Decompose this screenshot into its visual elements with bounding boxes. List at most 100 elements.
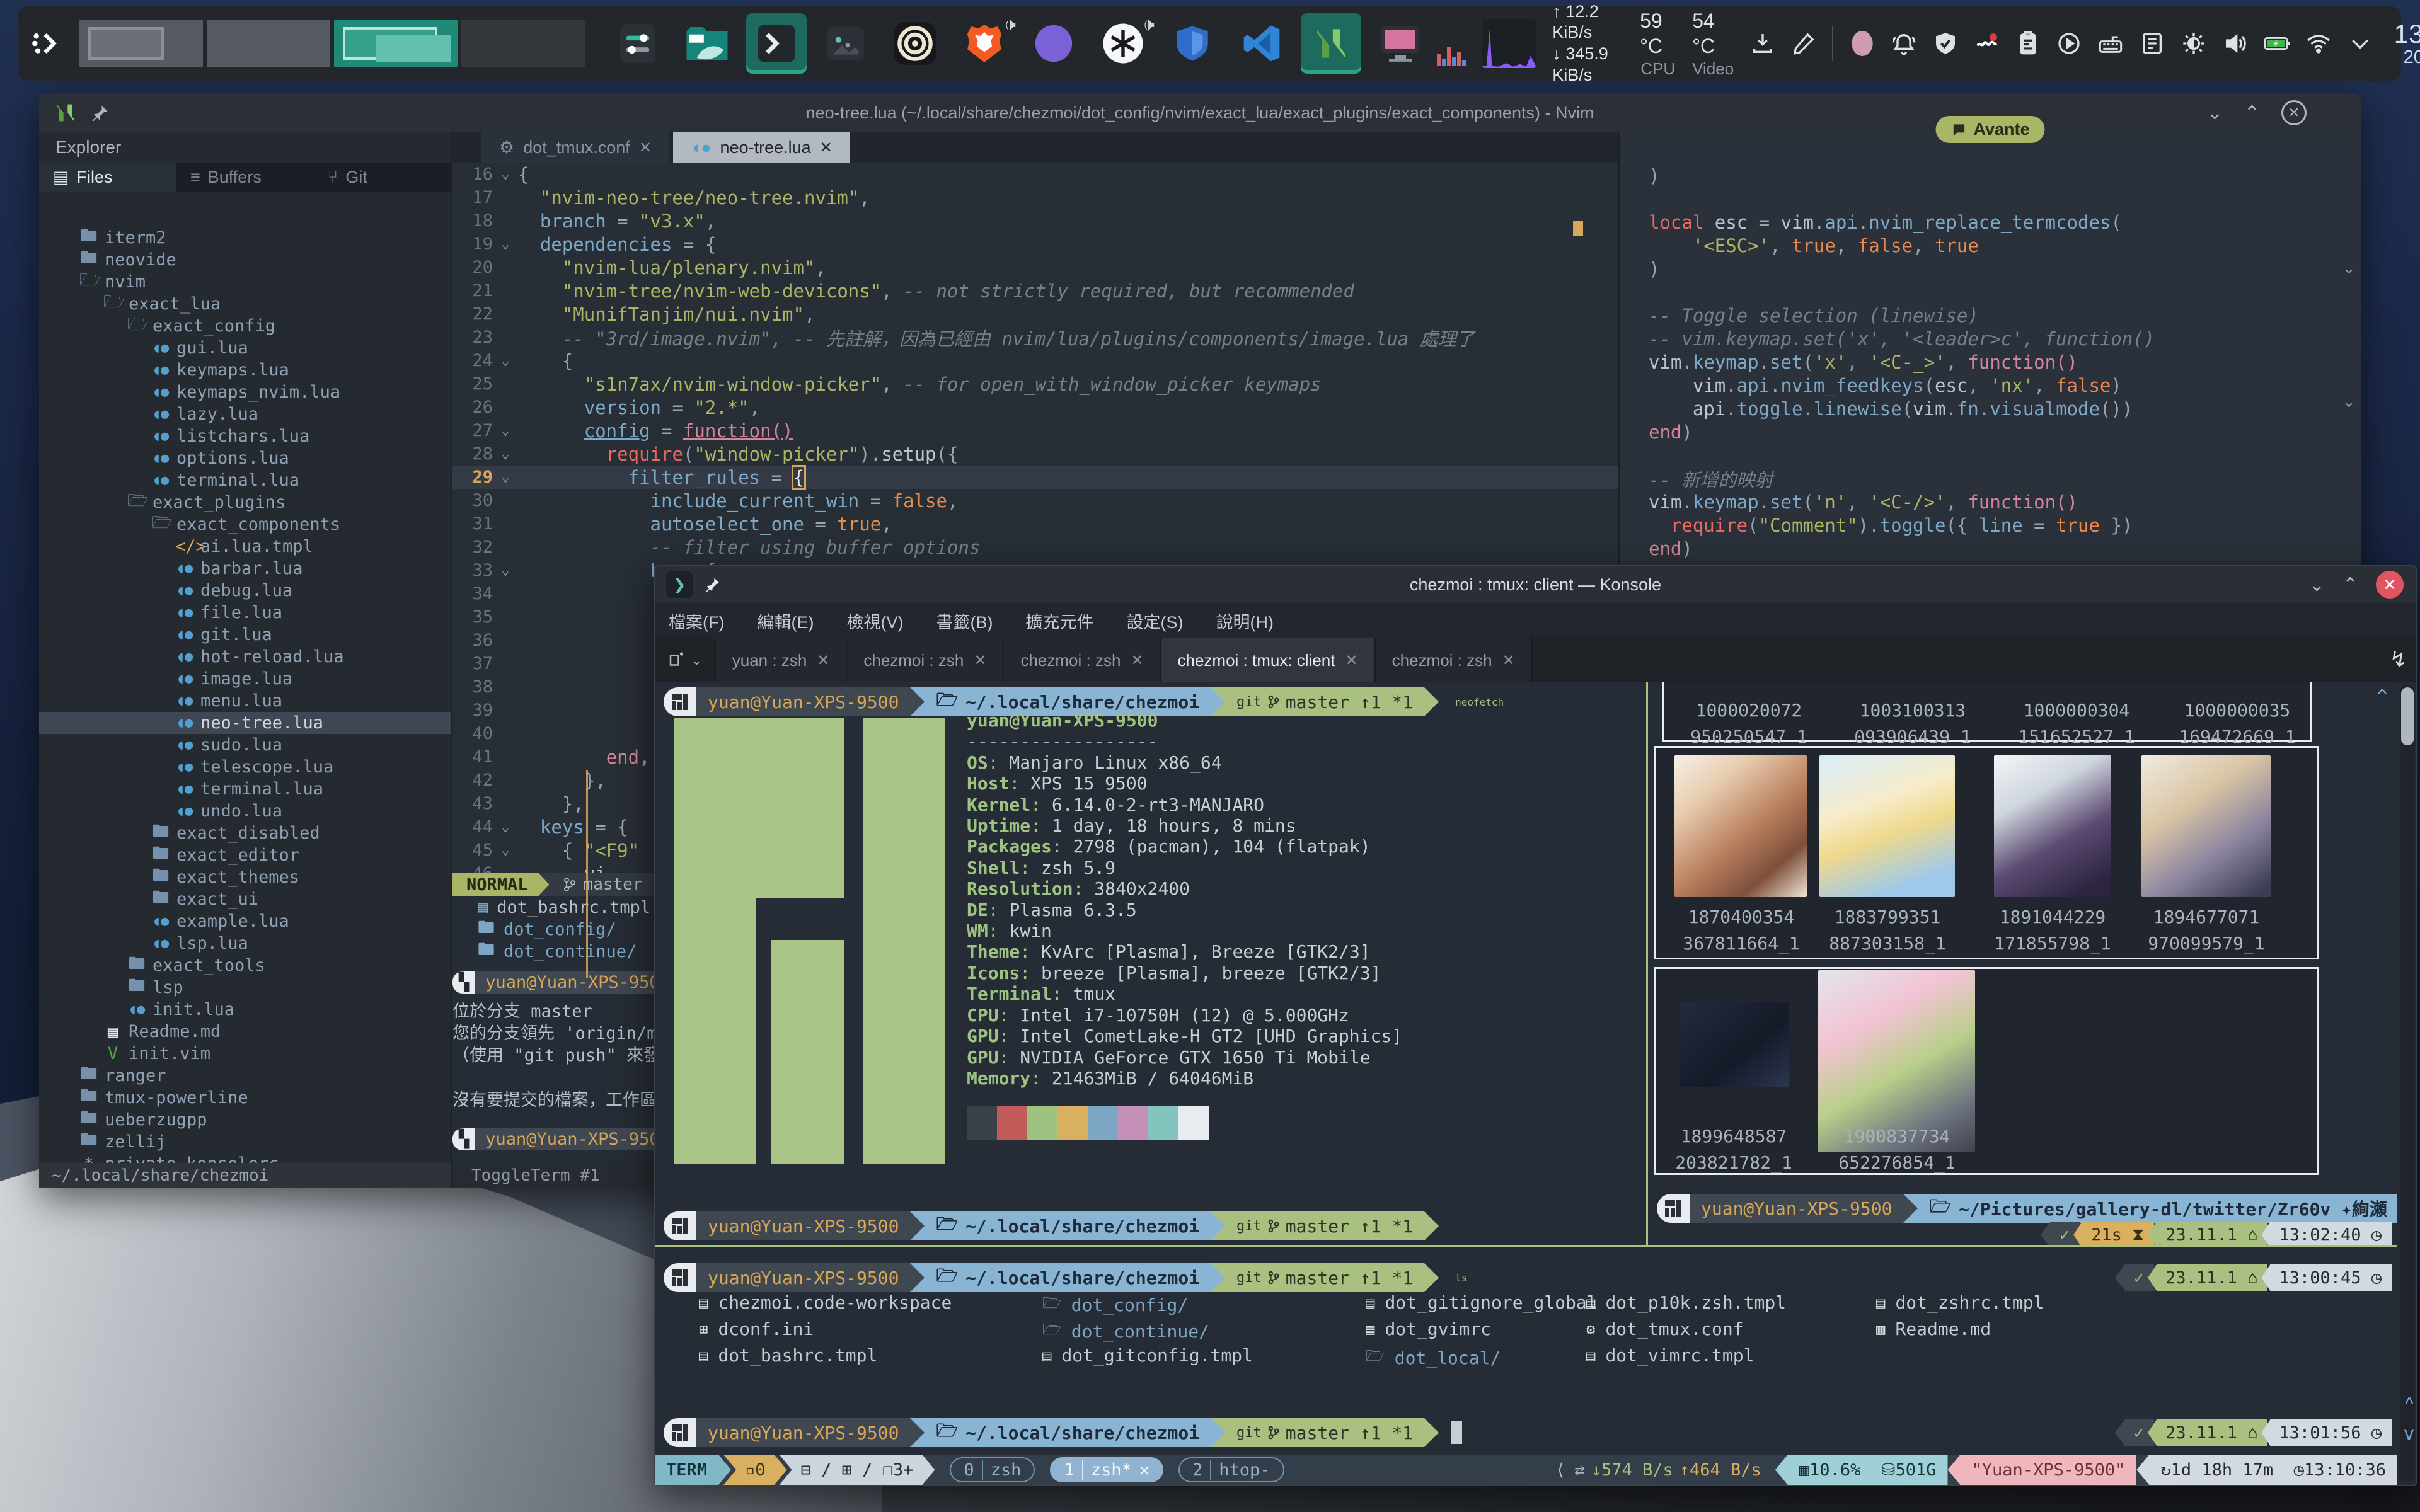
fold-icon[interactable]: ⌄ — [493, 819, 518, 835]
ls-file-item[interactable]: ▥Readme.md — [1876, 1319, 1991, 1339]
volume-icon[interactable] — [2223, 31, 2248, 56]
desktop-1[interactable] — [79, 20, 203, 67]
nvim-close-button[interactable]: ✕ — [2281, 100, 2307, 125]
konsole-close-button[interactable]: ✕ — [2376, 571, 2404, 598]
fold-icon[interactable]: ⌄ — [493, 469, 518, 485]
nvim-maximize-button[interactable]: ⌃ — [2244, 102, 2260, 124]
menu-item[interactable]: 說明(H) — [1216, 609, 1273, 633]
settings-app-icon[interactable] — [608, 13, 668, 74]
tree-item[interactable]: 🗁exact_components — [39, 513, 451, 536]
tree-item[interactable]: ◖●options.lua — [39, 447, 451, 469]
tree-item[interactable]: 🖿ueberzugpp — [39, 1109, 451, 1131]
code-line[interactable]: 30 include_current_win = false, — [452, 489, 1618, 512]
code-line[interactable]: 27⌄ config = function() — [452, 419, 1618, 442]
tree-item[interactable]: 🖿neovide — [39, 249, 451, 271]
tree-item[interactable]: ◖●neo-tree.lua — [39, 712, 451, 734]
desktop-4[interactable] — [461, 20, 585, 67]
new-tab-button[interactable]: ⌄ — [655, 638, 716, 682]
brave-browser-icon[interactable]: 🕩 — [954, 13, 1015, 74]
tree-item[interactable]: 🖿tmux-powerline — [39, 1087, 451, 1109]
tree-item[interactable]: 🖿exact_tools — [39, 954, 451, 976]
tree-item[interactable]: 🖿exact_themes — [39, 866, 451, 888]
network-history-graph[interactable] — [1482, 19, 1536, 68]
tree-item[interactable]: ◖●terminal.lua — [39, 778, 451, 800]
tmux-pane-neofetch[interactable]: yuan@Yuan-XPS-9500🗁~/.local/share/chezmo… — [655, 682, 1646, 1245]
konsole-minimize-button[interactable]: ⌄ — [2309, 574, 2325, 596]
tree-item[interactable]: ◖●gui.lua — [39, 337, 451, 359]
konsole-scrollbar[interactable] — [2400, 685, 2415, 1481]
tree-item[interactable]: ◖●terminal.lua — [39, 469, 451, 491]
explorer-tab-git[interactable]: ⑂Git — [314, 163, 451, 192]
code-line[interactable]: 21 "nvim-tree/nvim-web-devicons", -- not… — [452, 279, 1618, 302]
tree-item[interactable]: 🖿lsp — [39, 976, 451, 999]
tree-item[interactable]: 🗁exact_lua — [39, 293, 451, 315]
tree-item[interactable]: ◖●image.lua — [39, 668, 451, 690]
clock-widget[interactable]: 13:10:37 2025-06-02 — [2394, 20, 2420, 67]
tree-item[interactable]: ◖●barbar.lua — [39, 558, 451, 580]
close-icon[interactable]: ✕ — [1345, 651, 1358, 670]
clipboard-icon[interactable] — [2016, 31, 2040, 56]
tree-item[interactable]: </>ai.lua.tmpl — [39, 536, 451, 558]
recorder-indicator-icon[interactable] — [1974, 31, 2000, 56]
thumbnail-image[interactable] — [2141, 755, 2271, 897]
code-line[interactable]: 23 -- "3rd/image.nvim", -- 先註解，因為已經由 nvi… — [452, 326, 1618, 349]
konsole-tab[interactable]: chezmoi : zsh✕ — [847, 638, 1004, 682]
fold-icon[interactable]: ⌄ — [493, 236, 518, 252]
image-viewer-icon[interactable] — [815, 13, 876, 74]
code-line[interactable]: 22 "MunifTanjim/nui.nvim", — [452, 302, 1618, 326]
tree-item[interactable]: 🖿zellij — [39, 1131, 451, 1153]
menu-item[interactable]: 檢視(V) — [846, 609, 903, 633]
vscode-icon[interactable] — [1231, 13, 1292, 74]
tree-item[interactable]: 🖿exact_disabled — [39, 822, 451, 844]
ls-file-item[interactable]: 🗁dot_config/ — [1042, 1292, 1188, 1318]
fold-marker-icon[interactable]: ⌄ — [2342, 258, 2356, 278]
tree-item[interactable]: 🗁exact_config — [39, 315, 451, 337]
tasks-list-icon[interactable] — [2140, 31, 2165, 56]
code-line[interactable]: 16⌄{ — [452, 163, 1618, 186]
thumbnail-image[interactable] — [1819, 755, 1955, 897]
fold-marker-icon[interactable]: ⌄ — [2342, 392, 2356, 411]
ls-file-item[interactable]: ▤chezmoi.code-workspace — [699, 1292, 952, 1313]
media-player-icon[interactable] — [2056, 31, 2082, 56]
ls-file-item[interactable]: ▤dot_zshrc.tmpl — [1876, 1292, 2044, 1313]
scroll-down-indicator[interactable]: v — [2404, 1423, 2414, 1445]
cpu-history-graph[interactable] — [1437, 21, 1466, 66]
updates-download-icon[interactable] — [1750, 31, 1775, 56]
tmux-pane-bottom[interactable]: yuan@Yuan-XPS-9500🗁~/.local/share/chezmo… — [655, 1247, 2397, 1451]
konsole-tab[interactable]: chezmoi : zsh✕ — [1004, 638, 1161, 682]
ls-file-item[interactable]: ▤dot_p10k.zsh.tmpl — [1586, 1292, 1786, 1313]
neovim-app-icon[interactable] — [1301, 13, 1361, 74]
tree-item[interactable]: ▤Readme.md — [39, 1021, 451, 1043]
code-line[interactable]: 18 branch = "v3.x", — [452, 209, 1618, 232]
konsole-tab[interactable]: yuan : zsh✕ — [716, 638, 848, 682]
code-line[interactable]: 32 -- filter using buffer options — [452, 536, 1618, 559]
konsole-titlebar[interactable]: ❯ chezmoi : tmux: client — Konsole ⌄ ⌃ ✕ — [655, 566, 2416, 603]
tree-item[interactable]: ◖●init.lua — [39, 999, 451, 1021]
explorer-tab-files[interactable]: ▤Files — [39, 163, 176, 192]
tree-item[interactable]: ◖●telescope.lua — [39, 756, 451, 778]
tree-item[interactable]: 🗁nvim — [39, 271, 451, 293]
fold-icon[interactable]: ⌄ — [493, 423, 518, 438]
scroll-up-indicator[interactable]: ^ — [2377, 686, 2388, 708]
menu-item[interactable]: 編輯(E) — [757, 609, 814, 633]
konsole-tab[interactable]: chezmoi : tmux: client✕ — [1161, 638, 1376, 682]
ls-file-item[interactable]: ⚙dot_tmux.conf — [1586, 1319, 1744, 1339]
color-profile-icon[interactable] — [1850, 31, 1875, 56]
tmux-layout-segment[interactable]: ⊟ / ⊞ / ❐ 3 + — [780, 1455, 935, 1485]
tree-item[interactable]: ◖●keymaps.lua — [39, 359, 451, 381]
messenger-app-icon[interactable] — [1023, 13, 1084, 74]
terminal-content[interactable]: yuan@Yuan-XPS-9500🗁~/.local/share/chezmo… — [655, 682, 2397, 1485]
code-line[interactable]: 26 version = "2.*", — [452, 396, 1618, 419]
close-icon[interactable]: ✕ — [974, 651, 986, 670]
close-icon[interactable]: ✕ — [639, 139, 652, 157]
buffer-tab[interactable]: ◖●neo-tree.lua✕ — [673, 132, 850, 163]
thumbnail-image[interactable] — [1680, 1002, 1789, 1087]
dolphin-file-manager-icon[interactable] — [677, 13, 737, 74]
scroll-up-indicator[interactable]: ^ — [2405, 1394, 2414, 1416]
tree-item[interactable]: ◖●lsp.lua — [39, 932, 451, 954]
code-line[interactable]: 31 autoselect_one = true, — [452, 512, 1618, 536]
konsole-terminal-icon[interactable] — [746, 13, 807, 74]
fold-icon[interactable]: ⌄ — [493, 842, 518, 858]
code-line[interactable]: 17 "nvim-neo-tree/neo-tree.nvim", — [452, 186, 1618, 209]
menu-item[interactable]: 書籤(B) — [936, 609, 993, 633]
